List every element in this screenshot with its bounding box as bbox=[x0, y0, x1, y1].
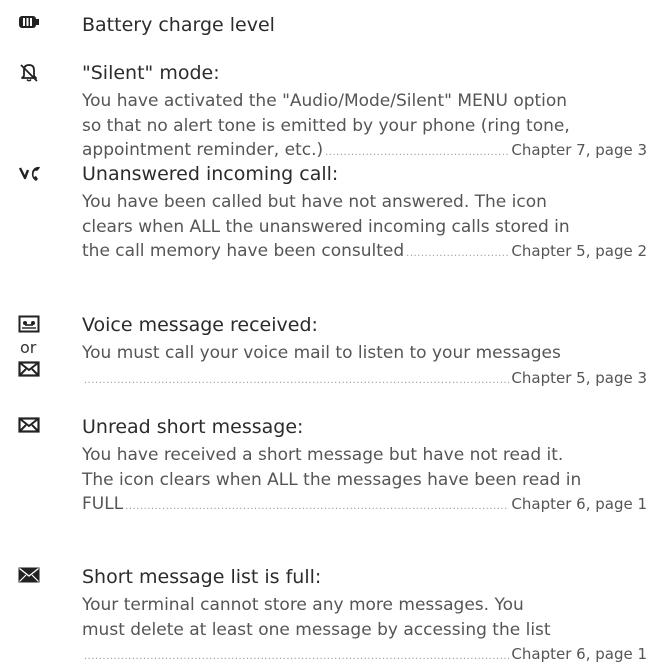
reference-line: ........................................… bbox=[82, 642, 647, 667]
envelope-icon bbox=[18, 361, 40, 379]
description-line: so that no alert tone is emitted by your… bbox=[82, 115, 570, 136]
description-line: FULL bbox=[82, 494, 124, 514]
leader-dots: ........................................… bbox=[84, 374, 509, 386]
leader-dots: ........................................… bbox=[125, 501, 509, 512]
reference-line: the call memory have been consulted ....… bbox=[82, 239, 647, 264]
envelope-icon bbox=[18, 417, 40, 435]
leader-dots: ........................................… bbox=[84, 651, 509, 662]
entry-title: Voice message received: bbox=[82, 314, 318, 336]
description-line: You have received a short message but ha… bbox=[82, 445, 564, 465]
entry-title: Unread short message: bbox=[82, 416, 304, 438]
description-line: The icon clears when ALL the messages ha… bbox=[82, 469, 582, 490]
entry-description: You have been called but have not answer… bbox=[82, 190, 647, 264]
voicemail-icon bbox=[18, 315, 40, 333]
envelope-full-icon bbox=[18, 567, 40, 585]
description-line: You have activated the "Audio/Mode/Silen… bbox=[82, 91, 568, 111]
entry-description: You have received a short message but ha… bbox=[82, 443, 647, 517]
or-label: or bbox=[20, 338, 37, 357]
bell-slash-icon bbox=[18, 62, 40, 82]
description-line: must delete at least one message by acce… bbox=[82, 619, 551, 640]
page-reference: Chapter 5, page 3 bbox=[511, 368, 647, 387]
entry-title: Unanswered incoming call: bbox=[82, 163, 339, 185]
description-line: You must call your voice mail to listen … bbox=[82, 343, 561, 363]
page-reference: Chapter 6, page 1 bbox=[511, 495, 647, 513]
entry-description: You have activated the "Audio/Mode/Silen… bbox=[82, 89, 647, 163]
entry-title: "Silent" mode: bbox=[82, 62, 220, 84]
description-line: clears when ALL the unanswered incoming … bbox=[82, 216, 570, 237]
entry-title: Battery charge level bbox=[82, 14, 275, 36]
entry-description: Your terminal cannot store any more mess… bbox=[82, 593, 647, 667]
page-reference: Chapter 5, page 2 bbox=[511, 242, 647, 260]
battery-icon bbox=[18, 14, 40, 32]
description-line: Your terminal cannot store any more mess… bbox=[82, 595, 524, 615]
reference-line: appointment reminder, etc.) ............… bbox=[82, 138, 647, 163]
missed-call-icon bbox=[18, 164, 40, 182]
entry-title: Short message list is full: bbox=[82, 566, 322, 588]
entry-description: You must call your voice mail to listen … bbox=[82, 341, 647, 390]
page-reference: Chapter 6, page 1 bbox=[511, 645, 647, 663]
leader-dots: ........................................… bbox=[406, 248, 510, 259]
reference-line: FULL ...................................… bbox=[82, 492, 647, 517]
reference-line: ........................................… bbox=[82, 366, 647, 391]
page-reference: Chapter 7, page 3 bbox=[511, 141, 647, 159]
description-line: You have been called but have not answer… bbox=[82, 192, 547, 212]
description-line: appointment reminder, etc.) bbox=[82, 140, 324, 160]
leader-dots: ........................................… bbox=[325, 147, 510, 158]
description-line: the call memory have been consulted bbox=[82, 241, 405, 261]
